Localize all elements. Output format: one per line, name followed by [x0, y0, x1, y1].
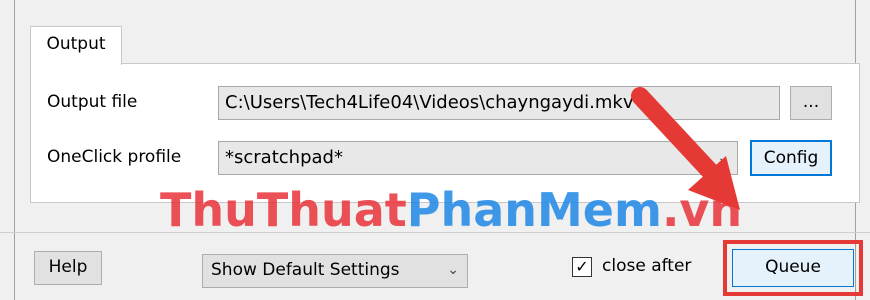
tab-output-label: Output [46, 34, 106, 54]
tab-output[interactable]: Output [30, 26, 122, 65]
annotation-arrow-icon [631, 87, 740, 210]
arrow-shaft [631, 87, 729, 191]
